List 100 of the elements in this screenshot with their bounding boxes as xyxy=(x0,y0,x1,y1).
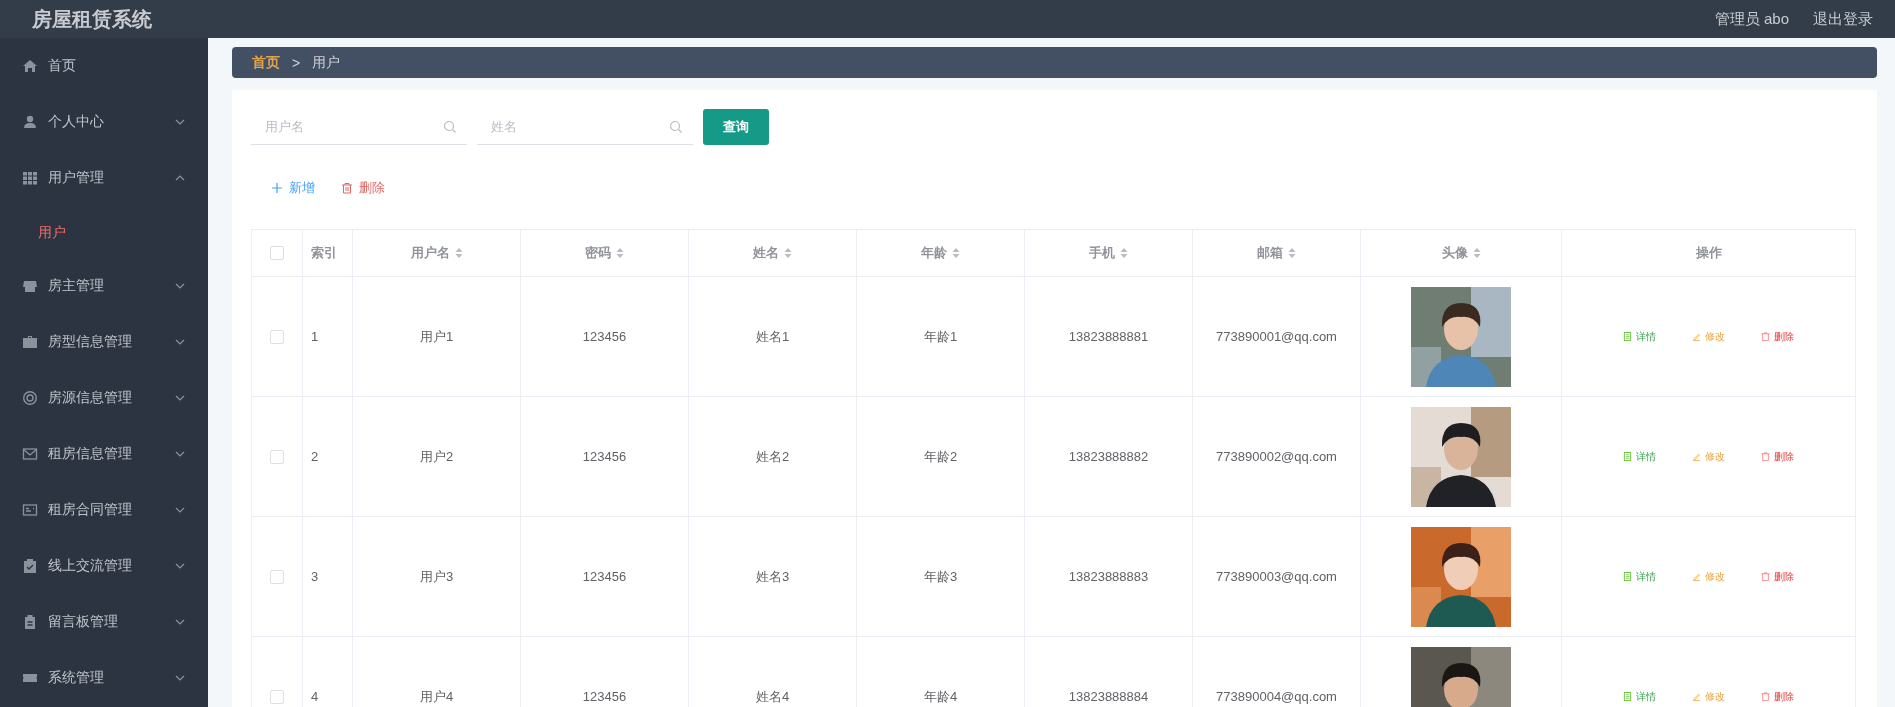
pencil-icon xyxy=(1692,332,1701,341)
detail-link[interactable]: 详情 xyxy=(1623,329,1656,344)
sidebar-item[interactable]: 线上交流管理 xyxy=(0,538,208,594)
row-checkbox[interactable] xyxy=(270,569,284,584)
breadcrumb-separator: > xyxy=(292,54,301,71)
email-cell: 773890003@qq.com xyxy=(1216,569,1337,584)
phone-cell: 13823888881 xyxy=(1068,329,1149,344)
row-checkbox[interactable] xyxy=(270,329,284,344)
card-icon xyxy=(22,502,38,518)
ring-icon xyxy=(22,390,38,406)
row-checkbox[interactable] xyxy=(270,689,284,704)
sidebar-item[interactable]: 房源信息管理 xyxy=(0,370,208,426)
pencil-icon xyxy=(1692,692,1701,701)
index-cell: 4 xyxy=(311,689,319,704)
breadcrumb-link[interactable]: 用户 xyxy=(312,53,341,72)
name-cell: 姓名4 xyxy=(755,687,790,706)
sort-icon[interactable] xyxy=(1120,247,1128,259)
phone-cell: 13823888884 xyxy=(1068,689,1149,704)
edit-link[interactable]: 修改 xyxy=(1692,689,1725,704)
email-cell: 773890002@qq.com xyxy=(1216,449,1337,464)
email-cell: 773890001@qq.com xyxy=(1216,329,1337,344)
sidebar-item[interactable]: 留言板管理 xyxy=(0,594,208,650)
password-cell: 123456 xyxy=(582,689,627,704)
delete-link[interactable]: 删除 xyxy=(1761,569,1794,584)
store-icon xyxy=(22,278,38,294)
sort-icon[interactable] xyxy=(1472,247,1481,259)
username-cell: 用户3 xyxy=(419,567,454,586)
user-icon xyxy=(22,114,38,130)
document-icon xyxy=(1623,332,1632,341)
add-button[interactable]: 新增 xyxy=(269,175,317,201)
sidebar-item[interactable]: 租房信息管理 xyxy=(0,426,208,482)
select-all-checkbox[interactable] xyxy=(270,246,284,260)
email-cell: 773890004@qq.com xyxy=(1216,689,1337,704)
column-header: 手机 xyxy=(1089,244,1115,262)
index-cell: 1 xyxy=(311,329,319,344)
board-icon xyxy=(22,614,38,630)
document-icon xyxy=(1623,692,1632,701)
name-cell: 姓名2 xyxy=(755,447,790,466)
column-header: 密码 xyxy=(585,244,611,262)
index-cell: 3 xyxy=(311,569,319,584)
search-field[interactable]: 姓名 xyxy=(477,109,693,145)
row-checkbox[interactable] xyxy=(270,449,284,464)
detail-link[interactable]: 详情 xyxy=(1623,449,1656,464)
breadcrumb-link[interactable]: 首页 xyxy=(252,53,280,72)
grid-icon xyxy=(22,170,38,186)
sort-icon[interactable] xyxy=(454,247,463,259)
sidebar-item[interactable]: 系统管理 xyxy=(0,650,208,706)
sort-icon[interactable] xyxy=(952,247,960,259)
delete-button[interactable]: 删除 xyxy=(339,175,387,201)
sidebar-item[interactable]: 房主管理 xyxy=(0,258,208,314)
clip-icon xyxy=(22,558,38,574)
column-header: 操作 xyxy=(1695,244,1722,262)
sidebar-item[interactable]: 首页 xyxy=(0,38,208,94)
phone-cell: 13823888883 xyxy=(1068,569,1149,584)
age-cell: 年龄2 xyxy=(923,447,958,466)
case-icon xyxy=(22,334,38,350)
logout-link[interactable]: 退出登录 xyxy=(1813,9,1873,29)
edit-link[interactable]: 修改 xyxy=(1692,449,1725,464)
search-field[interactable]: 用户名 xyxy=(251,109,467,145)
phone-cell: 13823888882 xyxy=(1068,449,1149,464)
delete-link[interactable]: 删除 xyxy=(1761,449,1794,464)
column-header: 用户名 xyxy=(410,244,450,262)
admin-name: 管理员 abo xyxy=(1714,9,1789,29)
username-cell: 用户1 xyxy=(419,327,454,346)
detail-link[interactable]: 详情 xyxy=(1623,569,1656,584)
name-cell: 姓名1 xyxy=(755,327,790,346)
trash-icon xyxy=(1761,692,1770,701)
column-header: 头像 xyxy=(1441,244,1468,262)
column-header: 索引 xyxy=(311,244,337,262)
sort-icon[interactable] xyxy=(784,247,792,259)
trash-icon xyxy=(1761,572,1770,581)
edit-link[interactable]: 修改 xyxy=(1692,569,1725,584)
plus-icon xyxy=(271,182,283,194)
pencil-icon xyxy=(1692,452,1701,461)
query-button[interactable]: 查询 xyxy=(703,109,769,145)
sidebar-item[interactable]: 租房合同管理 xyxy=(0,482,208,538)
search-icon xyxy=(669,120,683,134)
sidebar-item[interactable]: 房型信息管理 xyxy=(0,314,208,370)
password-cell: 123456 xyxy=(582,569,627,584)
age-cell: 年龄3 xyxy=(923,567,958,586)
sort-icon[interactable] xyxy=(616,247,624,259)
password-cell: 123456 xyxy=(582,329,627,344)
trash-icon xyxy=(1761,452,1770,461)
column-header: 邮箱 xyxy=(1257,244,1283,262)
pencil-icon xyxy=(1692,572,1701,581)
sidebar-subitem[interactable]: 用户 xyxy=(0,206,208,258)
sort-icon[interactable] xyxy=(1288,247,1296,259)
trash-icon xyxy=(341,182,353,194)
delete-link[interactable]: 删除 xyxy=(1761,329,1794,344)
search-icon xyxy=(443,120,457,134)
delete-link[interactable]: 删除 xyxy=(1761,689,1794,704)
sidebar-item[interactable]: 用户管理 xyxy=(0,150,208,206)
column-header: 姓名 xyxy=(753,244,779,262)
column-header: 年龄 xyxy=(921,244,947,262)
username-cell: 用户4 xyxy=(419,687,454,706)
name-cell: 姓名3 xyxy=(755,567,790,586)
edit-link[interactable]: 修改 xyxy=(1692,329,1725,344)
detail-link[interactable]: 详情 xyxy=(1623,689,1656,704)
sidebar-item[interactable]: 个人中心 xyxy=(0,94,208,150)
username-cell: 用户2 xyxy=(419,447,454,466)
